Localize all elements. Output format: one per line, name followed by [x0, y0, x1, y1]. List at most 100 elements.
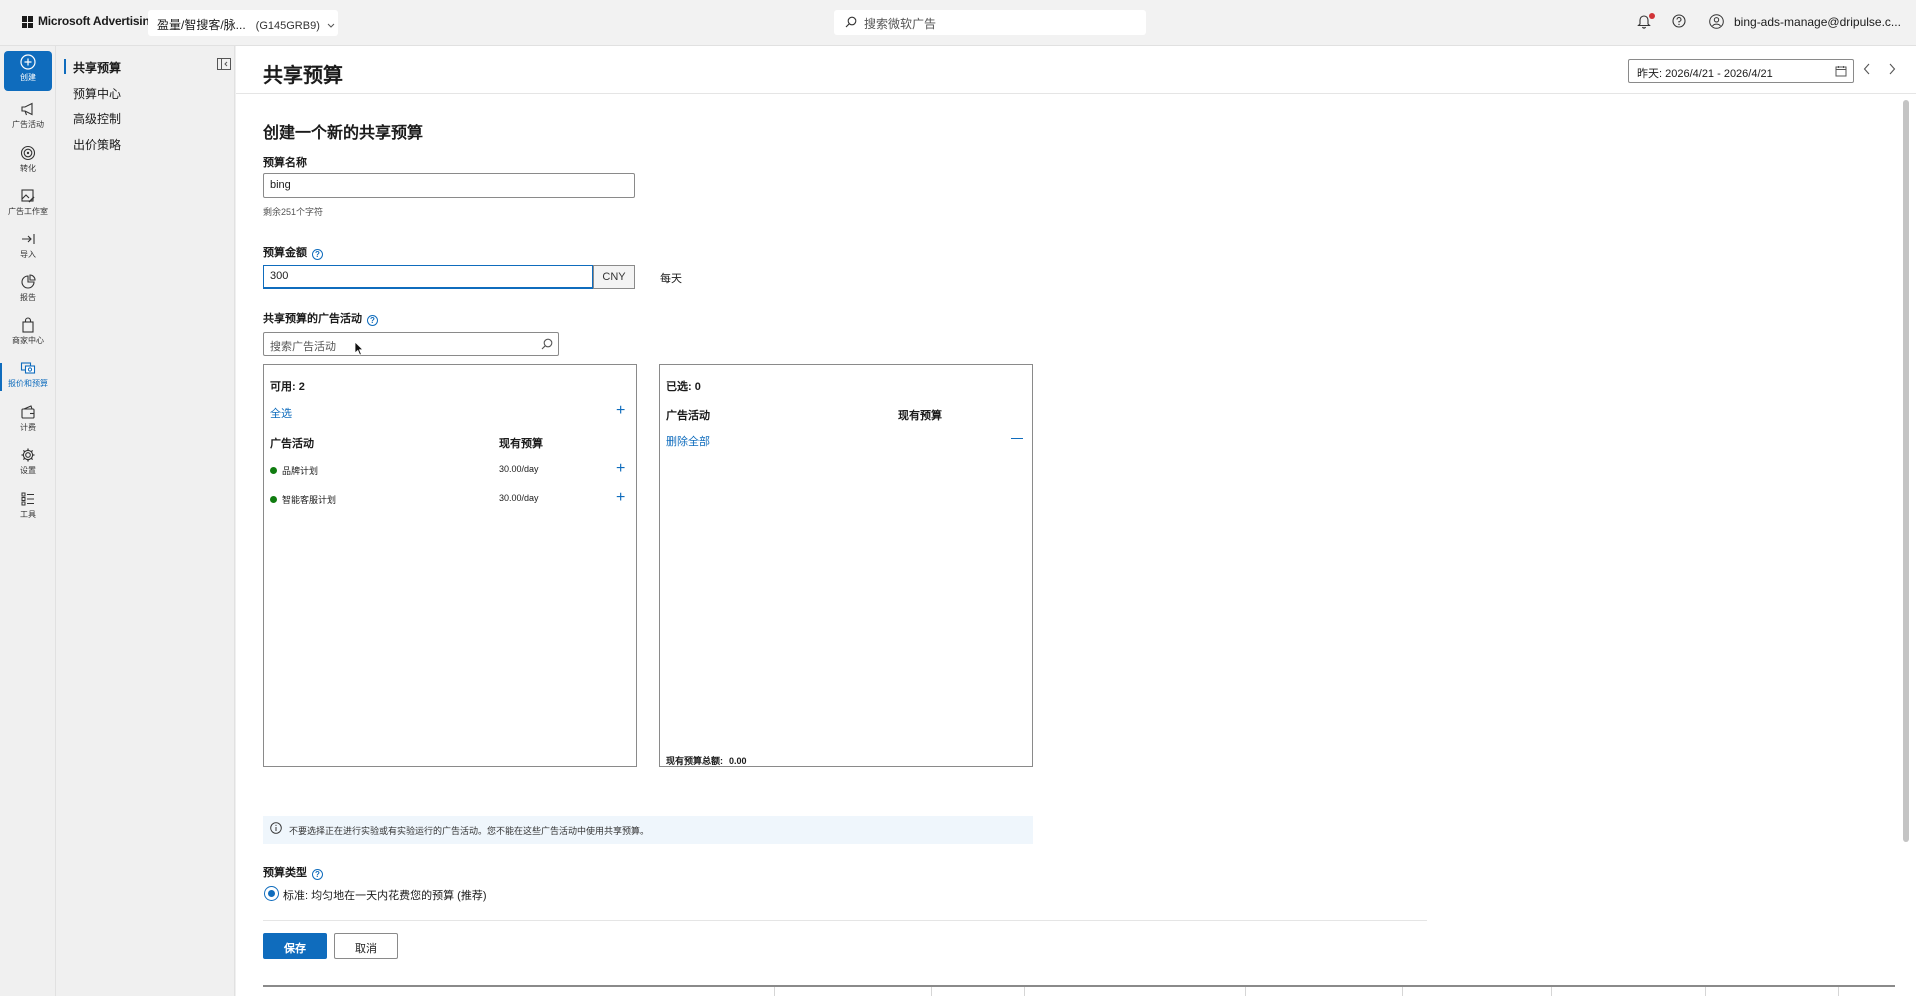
chevron-right-icon[interactable] — [1888, 63, 1896, 75]
form-section-title: 创建一个新的共享预算 — [263, 125, 424, 142]
rail-label: 报告 — [20, 293, 36, 302]
account-name: 盈量/智搜客/脉... — [157, 18, 246, 32]
chevron-left-icon[interactable] — [1863, 63, 1871, 75]
account-id: (G145GRB9) — [255, 20, 320, 32]
microsoft-logo-icon — [22, 16, 34, 28]
remove-all-icon[interactable] — [1011, 438, 1023, 439]
account-selector[interactable]: 盈量/智搜客/脉... (G145GRB9) — [148, 10, 338, 36]
cancel-button[interactable]: 取消 — [334, 933, 398, 959]
collapse-panel-icon[interactable] — [217, 58, 231, 70]
remove-all-link[interactable]: 删除全部 — [666, 433, 710, 449]
table-column-divider — [931, 987, 932, 996]
rail-label: 广告活动 — [12, 120, 44, 129]
import-icon — [22, 234, 35, 244]
campaign-search-placeholder: 搜索广告活动 — [270, 341, 336, 353]
available-count-value: 2 — [298, 381, 305, 393]
subnav-bid-strategies[interactable]: 出价策略 — [73, 136, 121, 153]
vertical-scrollbar[interactable] — [1903, 100, 1909, 842]
col-campaign-header: 广告活动 — [270, 438, 314, 450]
rail-label: 导入 — [20, 250, 36, 259]
total-budget-label: 现有预算总额: — [666, 756, 723, 766]
top-bar: Microsoft Advertising 盈量/智搜客/脉... (G145GR… — [0, 0, 1916, 46]
rail-billing[interactable]: 计费 — [4, 401, 52, 441]
col-budget-header: 现有预算 — [499, 438, 543, 450]
col-campaign-header: 广告活动 — [666, 410, 710, 422]
rail-settings[interactable]: 设置 — [4, 444, 52, 484]
rail-label: 广告工作室 — [8, 207, 48, 216]
add-campaign-icon[interactable]: + — [616, 490, 625, 506]
chevron-down-icon — [327, 23, 335, 28]
save-button[interactable]: 保存 — [263, 933, 327, 959]
budget-amount-label: 预算金额 — [263, 247, 307, 259]
total-budget: 现有预算总额: 0.00 — [666, 754, 747, 767]
help-icon[interactable]: ? — [312, 249, 323, 260]
date-range-value: 昨天: 2026/4/21 - 2026/4/21 — [1637, 68, 1773, 80]
global-search-input[interactable]: 搜索微软广告 — [834, 10, 1146, 35]
rail-label: 创建 — [20, 73, 36, 82]
notification-badge — [1649, 13, 1655, 19]
budget-type-label-row: 预算类型? — [263, 864, 323, 880]
report-icon — [21, 274, 36, 289]
table-column-divider — [1024, 987, 1025, 996]
campaign-search-input[interactable]: 搜索广告活动 — [263, 332, 559, 356]
secondary-nav: 共享预算 预算中心 高级控制 出价策略 — [57, 46, 235, 996]
rail-reports[interactable]: 报告 — [4, 271, 52, 311]
add-campaign-icon[interactable]: + — [616, 461, 625, 477]
budget-period: 每天 — [660, 273, 682, 285]
selected-count-label: 已选: — [666, 381, 692, 393]
rail-label: 设置 — [20, 466, 36, 475]
date-range-picker[interactable]: 昨天: 2026/4/21 - 2026/4/21 — [1628, 59, 1854, 83]
info-message: 不要选择正在进行实验或有实验运行的广告活动。您不能在这些广告活动中使用共享预算。 — [263, 816, 1033, 844]
table-column-divider — [1838, 987, 1839, 996]
active-indicator — [64, 59, 66, 74]
total-budget-value: 0.00 — [729, 756, 747, 766]
budget-name-label: 预算名称 — [263, 157, 307, 169]
table-column-divider — [1551, 987, 1552, 996]
campaign-budget: 30.00/day — [499, 464, 539, 474]
rail-create[interactable]: 创建 — [4, 51, 52, 91]
gear-icon — [21, 448, 35, 462]
campaigns-label: 共享预算的广告活动 — [263, 313, 362, 325]
shopping-bag-icon — [22, 317, 34, 333]
user-avatar-icon[interactable] — [1709, 14, 1724, 29]
table-column-divider — [1705, 987, 1706, 996]
help-icon[interactable]: ? — [312, 869, 323, 880]
available-count-label: 可用: — [270, 381, 296, 393]
currency-label: CNY — [593, 265, 635, 289]
subnav-shared-budgets[interactable]: 共享预算 — [73, 59, 121, 76]
mouse-cursor-icon — [354, 341, 364, 356]
rail-conversions[interactable]: 转化 — [4, 142, 52, 182]
help-icon[interactable]: ? — [367, 315, 378, 326]
wallet-icon — [21, 405, 35, 419]
budget-amount-input[interactable]: 300 — [263, 265, 593, 289]
help-icon[interactable] — [1672, 14, 1686, 28]
brand-name: Microsoft Advertising — [38, 14, 157, 28]
rail-bids-budgets[interactable]: 报价和预算 — [0, 357, 52, 397]
table-column-divider — [1402, 987, 1403, 996]
rail-ad-studio[interactable]: 广告工作室 — [4, 185, 52, 225]
form-divider — [263, 920, 1427, 921]
info-text: 不要选择正在进行实验或有实验运行的广告活动。您不能在这些广告活动中使用共享预算。 — [289, 826, 650, 836]
status-active-dot — [270, 496, 277, 503]
budget-type-standard-radio[interactable] — [264, 886, 279, 901]
rail-campaigns[interactable]: 广告活动 — [4, 98, 52, 138]
add-all-icon[interactable]: + — [616, 403, 625, 419]
subnav-budget-center[interactable]: 预算中心 — [73, 85, 121, 102]
budget-type-label: 预算类型 — [263, 867, 307, 879]
calendar-icon — [1835, 66, 1847, 77]
campaign-row: 智能客服计划 — [270, 493, 336, 506]
budget-type-standard-label[interactable]: 标准: 均匀地在一天内花费您的预算 (推荐) — [283, 887, 487, 903]
info-icon — [270, 822, 282, 834]
budget-name-input[interactable]: bing — [263, 173, 635, 198]
rail-merchant-center[interactable]: 商家中心 — [4, 314, 52, 354]
table-column-divider — [1245, 987, 1246, 996]
select-all-link[interactable]: 全选 — [270, 405, 292, 421]
selected-campaigns-panel: 已选: 0 广告活动 现有预算 删除全部 现有预算总额: 0.00 — [659, 364, 1033, 767]
rail-tools[interactable]: 工具 — [4, 488, 52, 528]
left-rail: 创建 广告活动 转化 广告工作室 导入 报告 商家中心 报价和预算 计费 设置 … — [0, 46, 56, 996]
search-icon[interactable] — [541, 338, 553, 350]
user-email[interactable]: bing-ads-manage@dripulse.c... — [1734, 15, 1901, 29]
rail-import[interactable]: 导入 — [4, 228, 52, 268]
table-column-divider — [774, 987, 775, 996]
subnav-advanced-controls[interactable]: 高级控制 — [73, 110, 121, 127]
